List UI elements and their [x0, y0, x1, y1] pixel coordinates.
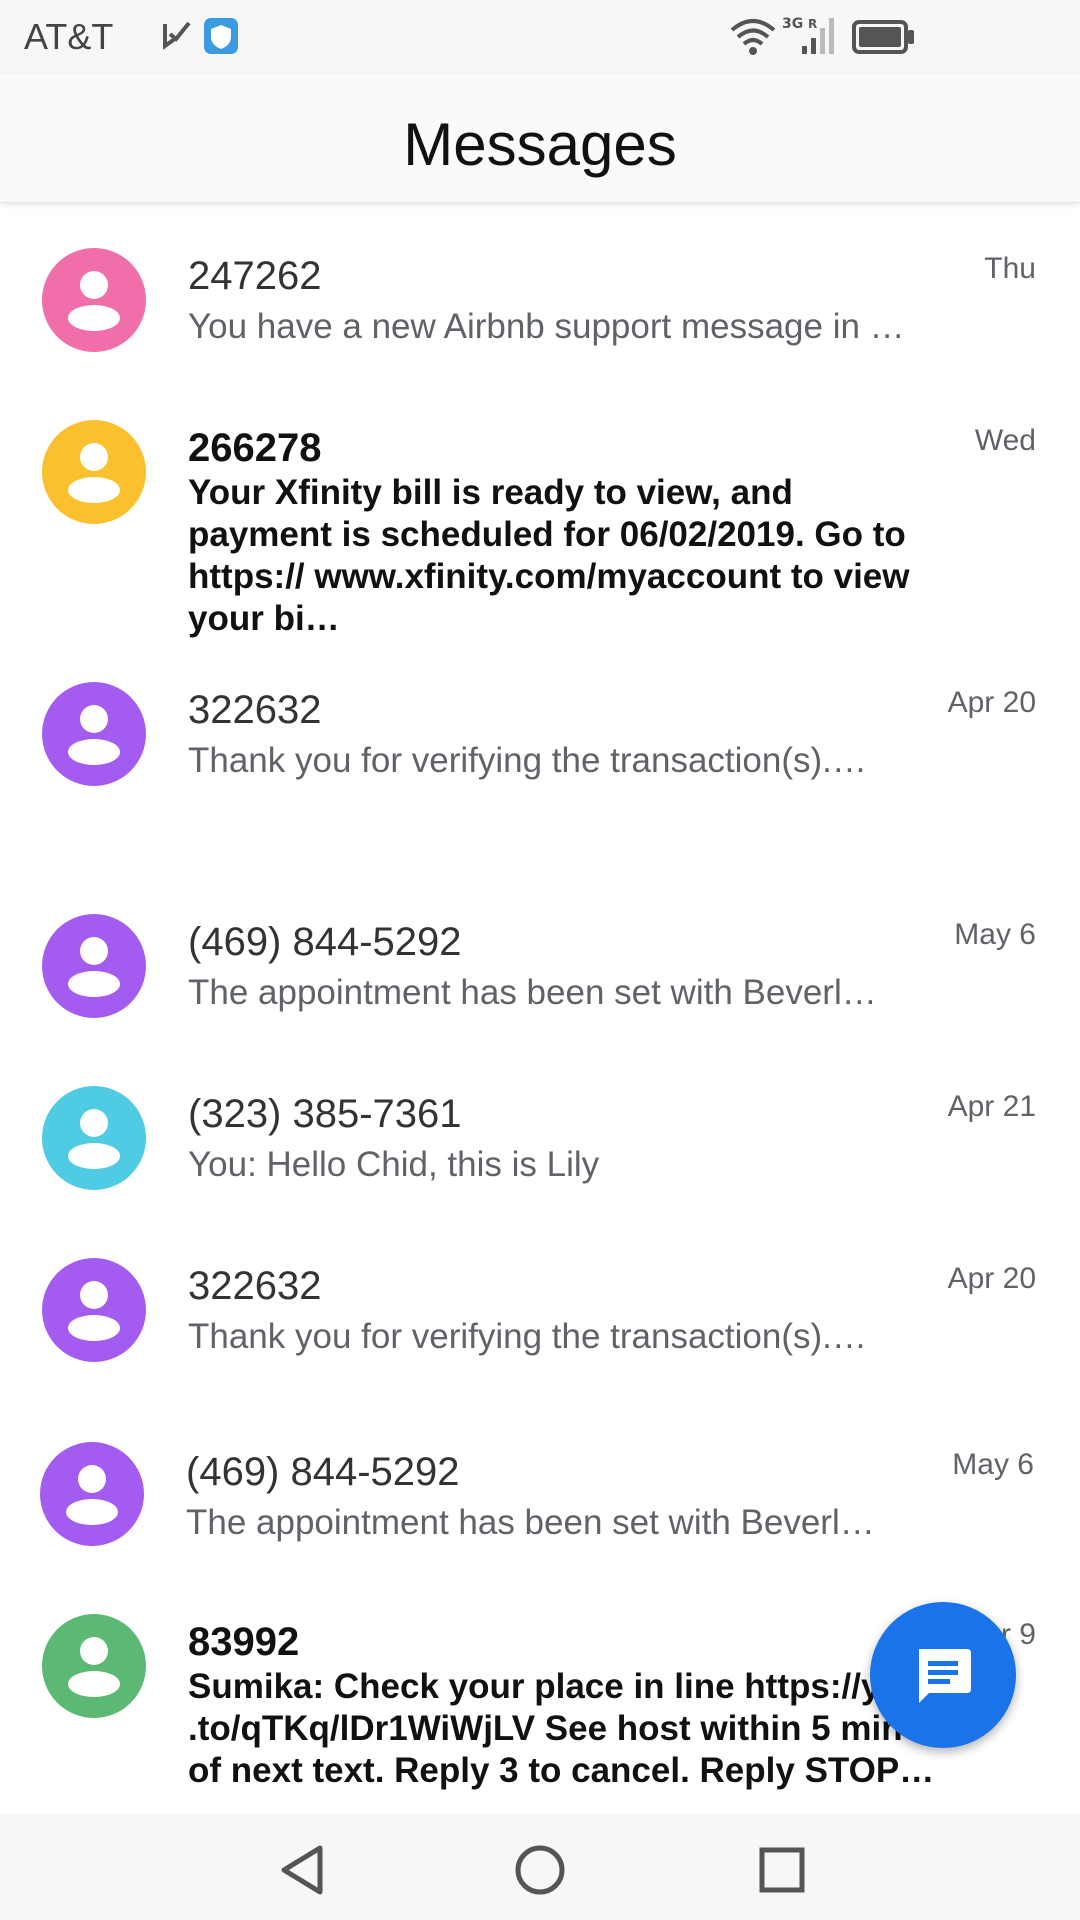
page-title: Messages: [403, 111, 677, 178]
sender-name: (469) 844-5292: [188, 920, 462, 964]
avatar: [42, 420, 146, 524]
avatar: [42, 1086, 146, 1190]
recents-icon[interactable]: [752, 1840, 812, 1900]
cellular-signal-icon: 3G R: [782, 16, 834, 54]
message-time: Wed: [974, 424, 1036, 457]
sender-name: 83992: [188, 1620, 300, 1664]
carrier-label: AT&T: [24, 16, 114, 57]
message-snippet: The appointment has been set with Beverl…: [188, 973, 877, 1012]
system-nav-bar: [0, 1814, 1080, 1920]
message-snippet: You have a new Airbnb support message in…: [188, 307, 905, 346]
avatar: [42, 1614, 146, 1718]
sender-name: 266278: [188, 426, 322, 470]
conversation-item[interactable]: (469) 844-5292 The appointment has been …: [0, 870, 1080, 1042]
message-time: May 6: [952, 1448, 1034, 1481]
app-bar: Messages: [0, 74, 1080, 203]
shield-icon: [204, 18, 238, 54]
person-icon: [68, 443, 120, 503]
back-icon[interactable]: [272, 1840, 332, 1900]
avatar: [42, 914, 146, 1018]
conversation-item[interactable]: 247262 You have a new Airbnb support mes…: [0, 204, 1080, 376]
message-time: Apr 21: [947, 1090, 1036, 1123]
message-snippet: Thank you for verifying the transaction(…: [188, 1317, 867, 1356]
person-icon: [68, 1637, 120, 1697]
status-bar: AT&T 3G R: [0, 0, 1080, 74]
sender-name: 322632: [188, 688, 322, 732]
sender-name: 247262: [188, 254, 322, 298]
avatar: [42, 1258, 146, 1362]
sender-name: (323) 385-7361: [188, 1092, 462, 1136]
conversation-item[interactable]: 266278 Your Xfinity bill is ready to vie…: [0, 376, 1080, 638]
avatar: [42, 248, 146, 352]
start-chat-button[interactable]: [870, 1602, 1016, 1748]
person-icon: [66, 1465, 118, 1525]
avatar: [40, 1442, 144, 1546]
message-time: Thu: [984, 252, 1036, 285]
person-icon: [68, 1109, 120, 1169]
conversation-item[interactable]: (469) 844-5292 The appointment has been …: [0, 1400, 1080, 1570]
avatar: [42, 682, 146, 786]
message-snippet: You: Hello Chid, this is Lily: [188, 1145, 600, 1184]
message-time: Apr 20: [947, 686, 1036, 719]
conversation-item[interactable]: 322632 Thank you for verifying the trans…: [0, 638, 1080, 870]
message-time: Apr 20: [947, 1262, 1036, 1295]
sender-name: 322632: [188, 1264, 322, 1308]
person-icon: [68, 271, 120, 331]
message-snippet: Sumika: Check your place in line https:/…: [188, 1667, 935, 1790]
wifi-icon: [730, 19, 776, 55]
roaming-label: R: [808, 17, 817, 31]
task-check-icon: [163, 21, 191, 50]
network-type-label: 3G: [782, 16, 803, 32]
message-snippet: Thank you for verifying the transaction(…: [188, 741, 867, 780]
message-snippet: Your Xfinity bill is ready to view, and …: [188, 473, 910, 638]
home-icon[interactable]: [510, 1840, 570, 1900]
conversation-item[interactable]: (323) 385-7361 You: Hello Chid, this is …: [0, 1042, 1080, 1214]
battery-icon: [852, 20, 914, 54]
person-icon: [68, 937, 120, 997]
conversation-item[interactable]: 322632 Thank you for verifying the trans…: [0, 1214, 1080, 1400]
person-icon: [68, 705, 120, 765]
message-time: May 6: [954, 918, 1036, 951]
chat-icon: [919, 1649, 971, 1703]
sender-name: (469) 844-5292: [186, 1450, 460, 1494]
message-snippet: The appointment has been set with Beverl…: [186, 1503, 875, 1542]
person-icon: [68, 1281, 120, 1341]
